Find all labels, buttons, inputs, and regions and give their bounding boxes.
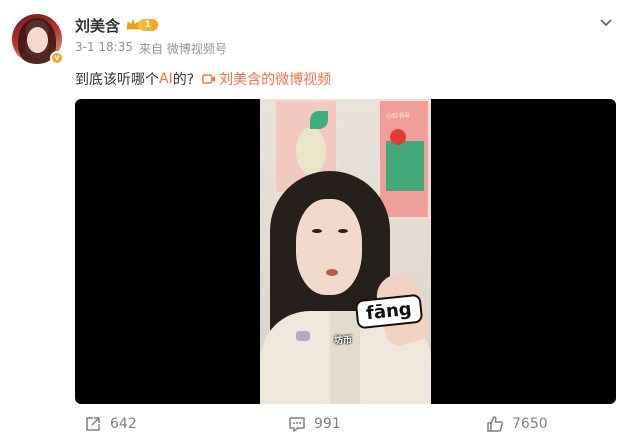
thumbs-up-icon <box>487 416 504 432</box>
ai-link[interactable]: AI <box>159 71 173 87</box>
like-button[interactable]: 7650 <box>486 414 548 434</box>
share-count: 642 <box>110 416 137 432</box>
level-pill: 1 <box>138 19 159 31</box>
coat-zipper <box>330 311 360 404</box>
coat-logo <box>296 331 310 341</box>
poster-leaf <box>310 111 328 129</box>
video-frame[interactable]: 小红书号 fāng 坊币 <box>260 99 431 404</box>
share-icon <box>86 417 100 431</box>
video-watermark: 小红书号 <box>386 113 411 120</box>
post-source[interactable]: 来自 微博视频号 <box>139 40 227 57</box>
verified-badge: v <box>50 51 64 65</box>
share-button[interactable]: 642 <box>84 414 137 434</box>
post-time[interactable]: 3-1 18:35 <box>75 40 133 57</box>
action-bar: 642 991 7650 <box>0 408 631 438</box>
poster-plant <box>386 141 424 191</box>
right-eye <box>338 229 348 233</box>
poster-flower <box>390 129 406 145</box>
video-camera-icon <box>202 74 216 84</box>
comment-button[interactable]: 991 <box>288 414 341 434</box>
like-count: 7650 <box>512 416 548 432</box>
post-text-end: 的? <box>172 72 195 88</box>
post-text: 到底该听哪个 AI 的? 刘美含的微博视频 <box>75 68 331 90</box>
chevron-down-icon[interactable] <box>598 14 614 30</box>
meta-row: 3-1 18:35 来自 微博视频号 <box>75 40 227 57</box>
left-eye <box>312 229 322 233</box>
member-badge[interactable]: 1 <box>126 18 159 32</box>
avatar-face <box>27 27 48 53</box>
username[interactable]: 刘美含 <box>75 15 120 36</box>
video-player[interactable]: 小红书号 fāng 坊币 <box>75 99 616 404</box>
name-row: 刘美含 1 <box>75 14 159 36</box>
comment-icon <box>289 417 305 432</box>
poster-vase <box>296 127 326 175</box>
video-link-label: 刘美含的微博视频 <box>219 72 332 88</box>
video-subtitle: 坊币 <box>334 336 353 346</box>
weibo-post: v 刘美含 1 3-1 18:35 来自 微博视频号 到底该听哪个 AI 的? … <box>0 0 631 438</box>
post-text-start: 到底该听哪个 <box>75 72 159 88</box>
person-face <box>296 199 362 295</box>
comment-count: 991 <box>314 416 341 432</box>
video-link[interactable]: 刘美含的微博视频 <box>202 69 331 89</box>
mouth <box>326 269 338 276</box>
